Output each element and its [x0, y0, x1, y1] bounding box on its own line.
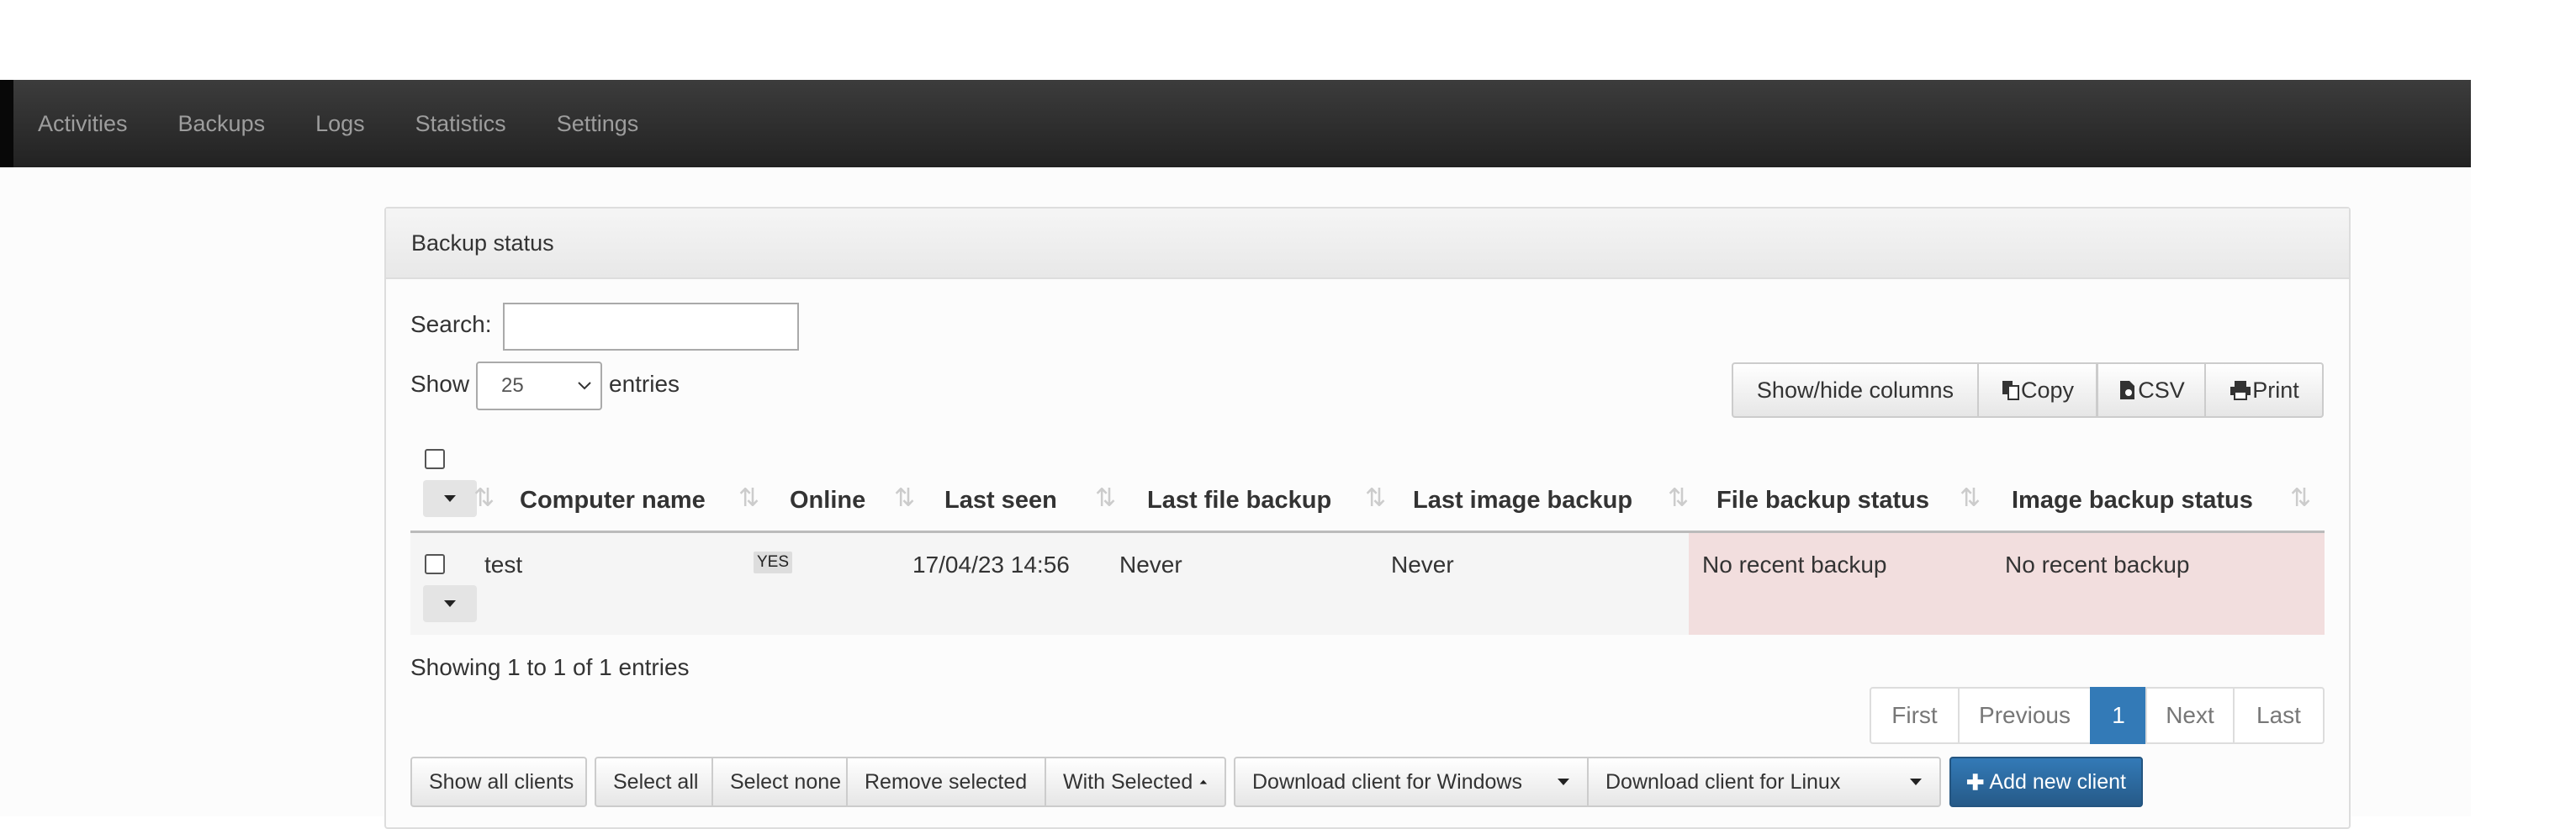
cell-last-image-backup: Never: [1391, 552, 1454, 578]
cell-image-backup-status: No recent backup: [2005, 552, 2190, 578]
copy-button[interactable]: Copy: [1977, 362, 2097, 418]
pager-next[interactable]: Next: [2145, 687, 2235, 744]
search-input[interactable]: [503, 303, 799, 351]
panel-title: Backup status: [386, 209, 2349, 279]
print-label: Print: [2252, 377, 2299, 403]
with-selected-button[interactable]: With Selected: [1045, 757, 1226, 807]
nav-activities[interactable]: Activities: [13, 80, 153, 167]
csv-button[interactable]: CSV: [2097, 362, 2206, 418]
page-length-select[interactable]: 25: [476, 362, 602, 410]
caret-down-icon: [1910, 779, 1922, 785]
chevron-down-icon: [578, 382, 591, 390]
caret-up-icon: [1199, 779, 1208, 784]
caret-down-icon: [444, 600, 456, 607]
search-label: Search:: [410, 311, 492, 337]
pager-current-page[interactable]: 1: [2090, 687, 2147, 744]
select-none-button[interactable]: Select none: [711, 757, 848, 807]
printer-icon: [2230, 381, 2251, 400]
header-last-file-backup[interactable]: Last file backup: [1147, 487, 1331, 515]
pager-last[interactable]: Last: [2233, 687, 2325, 744]
header-last-image-backup[interactable]: Last image backup: [1413, 487, 1632, 515]
pager-previous[interactable]: Previous: [1958, 687, 2092, 744]
row-status-cells: [1689, 533, 2325, 635]
select-all-checkbox[interactable]: [425, 449, 445, 469]
online-status-badge: YES: [754, 552, 793, 573]
entries-label: entries: [609, 371, 680, 397]
nav-statistics[interactable]: Statistics: [390, 80, 532, 167]
download-windows-client-button[interactable]: Download client for Windows: [1234, 757, 1589, 807]
table-row[interactable]: [410, 533, 1689, 635]
header-file-backup-status[interactable]: File backup status: [1716, 487, 1929, 515]
show-hide-columns-button[interactable]: Show/hide columns: [1732, 362, 1979, 418]
sort-icon[interactable]: ⇅: [738, 483, 759, 513]
show-all-clients-button[interactable]: Show all clients: [410, 757, 587, 807]
header-last-seen[interactable]: Last seen: [944, 487, 1057, 515]
csv-label: CSV: [2138, 377, 2185, 403]
sort-icon[interactable]: ⇅: [1960, 483, 1981, 513]
header-image-backup-status[interactable]: Image backup status: [2012, 487, 2253, 515]
row-menu-button[interactable]: [423, 585, 477, 622]
caret-down-icon: [1558, 779, 1569, 785]
sort-icon[interactable]: ⇅: [2290, 483, 2311, 513]
download-linux-client-button[interactable]: Download client for Linux: [1587, 757, 1941, 807]
page-length-value: 25: [501, 374, 524, 397]
download-windows-label: Download client for Windows: [1252, 769, 1522, 794]
top-navbar: Activities Backups Logs Statistics Setti…: [0, 80, 2471, 167]
cell-computer-name[interactable]: test: [484, 552, 522, 578]
copy-label: Copy: [2020, 377, 2075, 403]
cell-last-file-backup: Never: [1119, 552, 1182, 578]
header-row-menu-button[interactable]: [423, 480, 477, 517]
nav-logs[interactable]: Logs: [290, 80, 390, 167]
download-linux-label: Download client for Linux: [1605, 769, 1841, 794]
pager-first[interactable]: First: [1870, 687, 1960, 744]
cell-last-seen: 17/04/23 14:56: [912, 552, 1070, 578]
show-label: Show: [410, 371, 470, 397]
select-all-button[interactable]: Select all: [595, 757, 713, 807]
print-button[interactable]: Print: [2204, 362, 2324, 418]
copy-icon: [2002, 381, 2019, 400]
sort-icon[interactable]: ⇅: [894, 483, 915, 513]
row-checkbox[interactable]: [425, 554, 445, 574]
sort-icon[interactable]: ⇅: [1365, 483, 1386, 513]
header-computer-name[interactable]: Computer name: [520, 487, 706, 515]
nav-backups[interactable]: Backups: [153, 80, 291, 167]
caret-down-icon: [444, 495, 456, 502]
nav-settings[interactable]: Settings: [532, 80, 664, 167]
table-info: Showing 1 to 1 of 1 entries: [410, 654, 690, 680]
header-online[interactable]: Online: [790, 487, 865, 515]
sort-icon[interactable]: ⇅: [1095, 483, 1116, 513]
plus-icon: [1966, 774, 1984, 790]
sort-icon[interactable]: ⇅: [1668, 483, 1689, 513]
with-selected-label: With Selected: [1063, 769, 1193, 794]
add-new-client-label: Add new client: [1989, 769, 2126, 794]
remove-selected-button[interactable]: Remove selected: [846, 757, 1046, 807]
csv-file-icon: [2120, 381, 2135, 399]
add-new-client-button[interactable]: Add new client: [1949, 757, 2143, 807]
sort-asc-icon[interactable]: ⇅: [473, 483, 495, 513]
cell-file-backup-status: No recent backup: [1702, 552, 1887, 578]
